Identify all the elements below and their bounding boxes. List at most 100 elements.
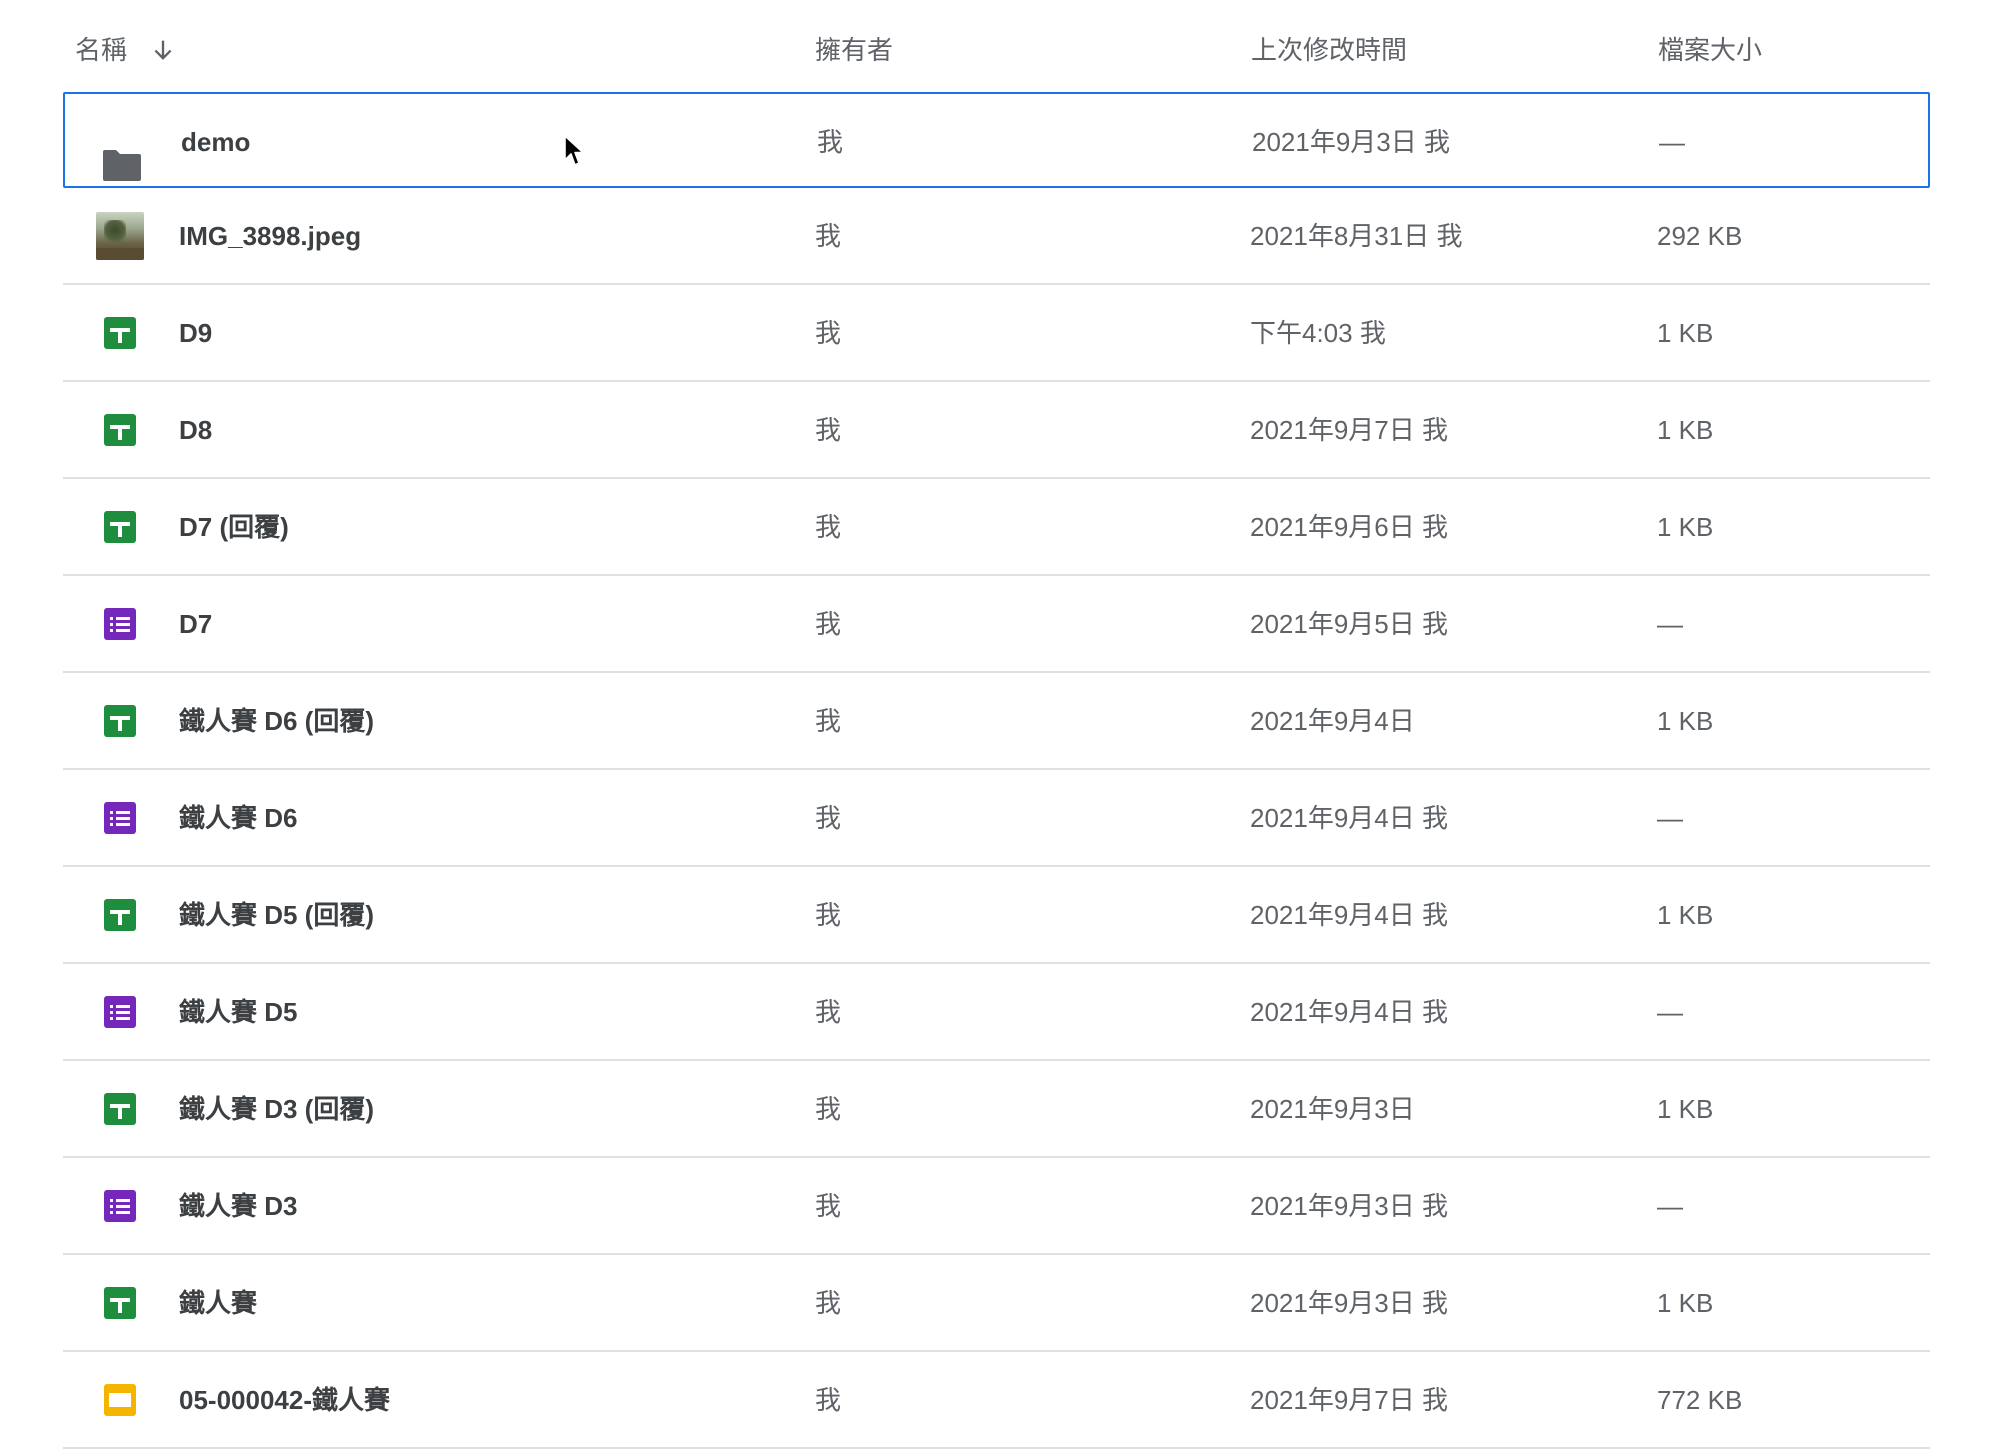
file-owner: 我 [815, 512, 842, 542]
file-size: — [1657, 803, 1683, 833]
file-owner: 我 [815, 318, 842, 348]
file-owner: 我 [815, 1385, 842, 1415]
file-size: — [1657, 609, 1683, 639]
file-last-modified: 2021年9月4日 我 [1250, 803, 1448, 833]
file-row[interactable]: 鐵人賽 D5 (回覆) 我 2021年9月4日 我 1 KB [63, 867, 1930, 964]
column-header-owner[interactable]: 擁有者 [815, 0, 893, 100]
google-sheets-icon [104, 1287, 136, 1319]
file-owner: 我 [815, 1288, 842, 1318]
file-size: 1 KB [1657, 318, 1714, 348]
file-icon-cell [96, 479, 144, 575]
file-row[interactable]: 鐵人賽 D3 (回覆) 我 2021年9月3日 1 KB [63, 1061, 1930, 1158]
file-icon-cell [96, 1352, 144, 1448]
column-header-name-label: 名稱 [75, 35, 128, 65]
file-row[interactable]: IMG_3898.jpeg 我 2021年8月31日 我 292 KB [63, 188, 1930, 285]
image-thumbnail-icon [96, 212, 144, 260]
column-header-row: 名稱 擁有者 上次修改時間 檔案大小 [63, 0, 1930, 92]
file-name: 鐵人賽 D5 [179, 997, 298, 1027]
file-last-modified: 2021年9月3日 我 [1250, 1288, 1448, 1318]
file-name: 鐵人賽 D3 (回覆) [179, 1094, 375, 1124]
google-sheets-icon [104, 705, 136, 737]
file-size: — [1659, 127, 1685, 157]
google-sheets-icon [104, 414, 136, 446]
file-name: 鐵人賽 D5 (回覆) [179, 900, 375, 930]
file-name: D7 (回覆) [179, 512, 289, 542]
file-icon-cell [98, 94, 146, 190]
folder-icon [101, 125, 143, 181]
google-forms-icon [104, 1190, 136, 1222]
file-icon-cell [96, 770, 144, 866]
file-last-modified: 2021年9月4日 我 [1250, 900, 1448, 930]
google-forms-icon [104, 802, 136, 834]
file-last-modified: 下午4:03 我 [1250, 318, 1386, 348]
file-icon-cell [96, 1158, 144, 1254]
file-row[interactable]: 鐵人賽 D5 我 2021年9月4日 我 — [63, 964, 1930, 1061]
file-icon-cell [96, 576, 144, 672]
file-owner: 我 [815, 609, 842, 639]
file-row[interactable]: 鐵人賽 D3 我 2021年9月3日 我 — [63, 1158, 1930, 1255]
file-last-modified: 2021年9月3日 我 [1250, 1191, 1448, 1221]
file-size: 1 KB [1657, 706, 1714, 736]
file-name: demo [181, 127, 251, 157]
file-icon-cell [96, 188, 144, 284]
file-size: 1 KB [1657, 415, 1714, 445]
file-name: D8 [179, 415, 213, 445]
file-size: 292 KB [1657, 221, 1743, 251]
mouse-cursor-icon [564, 135, 584, 166]
file-icon-cell [96, 673, 144, 769]
file-row[interactable]: demo 我 2021年9月3日 我 — [63, 92, 1930, 188]
google-sheets-icon [104, 511, 136, 543]
file-last-modified: 2021年9月5日 我 [1250, 609, 1448, 639]
file-owner: 我 [815, 706, 842, 736]
file-size: 1 KB [1657, 1288, 1714, 1318]
column-header-last-modified[interactable]: 上次修改時間 [1251, 0, 1407, 100]
file-row[interactable]: 鐵人賽 D6 我 2021年9月4日 我 — [63, 770, 1930, 867]
file-size: — [1657, 997, 1683, 1027]
file-owner: 我 [815, 900, 842, 930]
google-sheets-icon [104, 1093, 136, 1125]
file-name: 鐵人賽 [179, 1288, 258, 1318]
file-name: D9 [179, 318, 213, 348]
file-rows: demo 我 2021年9月3日 我 — IMG_3898.jpeg 我 2021年8月31… [63, 92, 1930, 1449]
file-size: 1 KB [1657, 512, 1714, 542]
file-owner: 我 [815, 1094, 842, 1124]
file-name: 鐵人賽 D6 (回覆) [179, 706, 375, 736]
file-icon-cell [96, 285, 144, 381]
file-name: IMG_3898.jpeg [179, 221, 362, 251]
column-header-name[interactable]: 名稱 [75, 0, 177, 100]
file-row[interactable]: 05-000042-鐵人賽 我 2021年9月7日 我 772 KB [63, 1352, 1930, 1449]
file-size: 1 KB [1657, 900, 1714, 930]
file-name: D7 [179, 609, 213, 639]
file-icon-cell [96, 964, 144, 1060]
google-forms-icon [104, 608, 136, 640]
file-owner: 我 [815, 221, 842, 251]
file-last-modified: 2021年8月31日 我 [1250, 221, 1463, 251]
file-last-modified: 2021年9月6日 我 [1250, 512, 1448, 542]
google-slides-icon [104, 1384, 136, 1416]
column-header-file-size[interactable]: 檔案大小 [1658, 0, 1762, 100]
arrow-down-icon[interactable] [149, 36, 177, 64]
file-last-modified: 2021年9月7日 我 [1250, 1385, 1448, 1415]
file-name: 05-000042-鐵人賽 [179, 1385, 390, 1415]
file-icon-cell [96, 867, 144, 963]
google-sheets-icon [104, 317, 136, 349]
file-row[interactable]: D7 (回覆) 我 2021年9月6日 我 1 KB [63, 479, 1930, 576]
file-last-modified: 2021年9月3日 [1250, 1094, 1415, 1124]
file-last-modified: 2021年9月4日 我 [1250, 997, 1448, 1027]
file-owner: 我 [815, 1191, 842, 1221]
file-name: 鐵人賽 D3 [179, 1191, 298, 1221]
file-row[interactable]: D8 我 2021年9月7日 我 1 KB [63, 382, 1930, 479]
file-icon-cell [96, 382, 144, 478]
file-owner: 我 [815, 803, 842, 833]
google-forms-icon [104, 996, 136, 1028]
file-row[interactable]: 鐵人賽 我 2021年9月3日 我 1 KB [63, 1255, 1930, 1352]
file-name: 鐵人賽 D6 [179, 803, 298, 833]
file-list: 名稱 擁有者 上次修改時間 檔案大小 demo 我 2021年9月3日 我 — IMG_… [63, 0, 1930, 1449]
file-row[interactable]: D9 我 下午4:03 我 1 KB [63, 285, 1930, 382]
file-size: — [1657, 1191, 1683, 1221]
file-owner: 我 [817, 127, 844, 157]
file-last-modified: 2021年9月4日 [1250, 706, 1415, 736]
file-row[interactable]: D7 我 2021年9月5日 我 — [63, 576, 1930, 673]
file-row[interactable]: 鐵人賽 D6 (回覆) 我 2021年9月4日 1 KB [63, 673, 1930, 770]
file-size: 1 KB [1657, 1094, 1714, 1124]
